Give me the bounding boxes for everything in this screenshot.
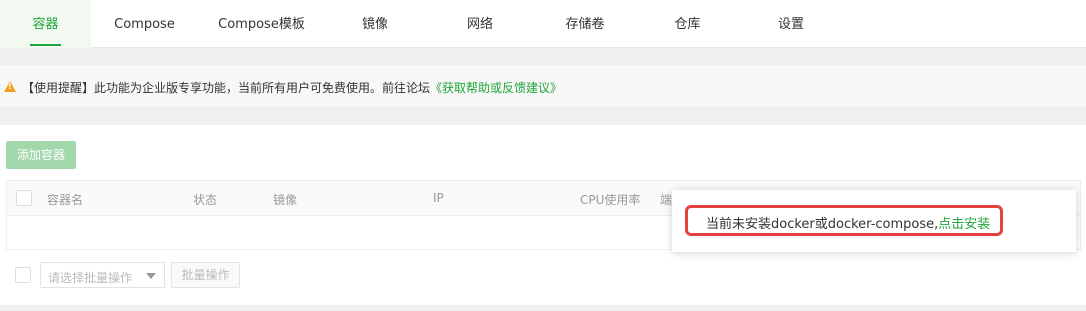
tab-label: 容器 <box>32 17 59 32</box>
tab-compose-templates[interactable]: Compose模板 <box>198 0 325 48</box>
select-all-checkbox[interactable] <box>16 190 32 206</box>
forum-help-link[interactable]: 《获取帮助或反馈建议》 <box>430 81 562 95</box>
popup-message-text: 当前未安装docker或docker-compose, <box>706 217 939 232</box>
enterprise-notice-bar: ! 【使用提醒】此功能为企业版专享功能，当前所有用户可免费使用。前往论坛《获取帮… <box>0 64 1086 108</box>
tab-registry[interactable]: 仓库 <box>635 0 740 48</box>
active-tab-indicator <box>30 44 61 46</box>
column-header-ip[interactable]: IP <box>433 191 444 205</box>
tab-label: 网络 <box>466 17 493 32</box>
column-header-name[interactable]: 容器名 <box>47 191 83 208</box>
tab-label: 镜像 <box>361 17 388 32</box>
bottom-divider <box>0 305 1086 311</box>
tab-label: 存储卷 <box>565 17 605 32</box>
tab-images[interactable]: 镜像 <box>325 0 425 48</box>
docker-not-installed-popup: 当前未安装docker或docker-compose,点击安装 <box>672 190 1076 252</box>
tab-settings[interactable]: 设置 <box>740 0 842 48</box>
batch-select-placeholder: 请选择批量操作 <box>48 271 133 285</box>
tab-compose[interactable]: Compose <box>91 0 198 48</box>
tab-label: Compose <box>114 17 175 32</box>
batch-action-select[interactable]: 请选择批量操作 <box>40 262 165 288</box>
popup-message: 当前未安装docker或docker-compose,点击安装 <box>706 213 990 232</box>
tab-containers[interactable]: 容器 <box>0 0 91 48</box>
column-header-cpu[interactable]: CPU使用率 <box>580 191 640 208</box>
warning-icon: ! <box>4 81 16 92</box>
install-link[interactable]: 点击安装 <box>938 217 990 232</box>
batch-select-checkbox[interactable] <box>15 267 31 283</box>
chevron-down-icon <box>146 273 156 279</box>
column-header-status[interactable]: 状态 <box>193 191 217 208</box>
notice-text: 【使用提醒】此功能为企业版专享功能，当前所有用户可免费使用。前往论坛《获取帮助或… <box>22 79 562 96</box>
column-header-image[interactable]: 镜像 <box>273 191 297 208</box>
column-header-ports[interactable]: 端 <box>660 191 672 208</box>
tab-networks[interactable]: 网络 <box>425 0 535 48</box>
notice-message: 【使用提醒】此功能为企业版专享功能，当前所有用户可免费使用。前往论坛 <box>22 81 431 95</box>
tab-volumes[interactable]: 存储卷 <box>535 0 635 48</box>
tab-label: Compose模板 <box>218 17 305 32</box>
add-container-button[interactable]: 添加容器 <box>6 141 76 169</box>
batch-action-button[interactable]: 批量操作 <box>171 262 240 288</box>
tab-label: 仓库 <box>674 17 701 32</box>
top-tab-bar: 容器 Compose Compose模板 镜像 网络 存储卷 仓库 设置 <box>0 0 1086 48</box>
tab-label: 设置 <box>777 17 804 32</box>
